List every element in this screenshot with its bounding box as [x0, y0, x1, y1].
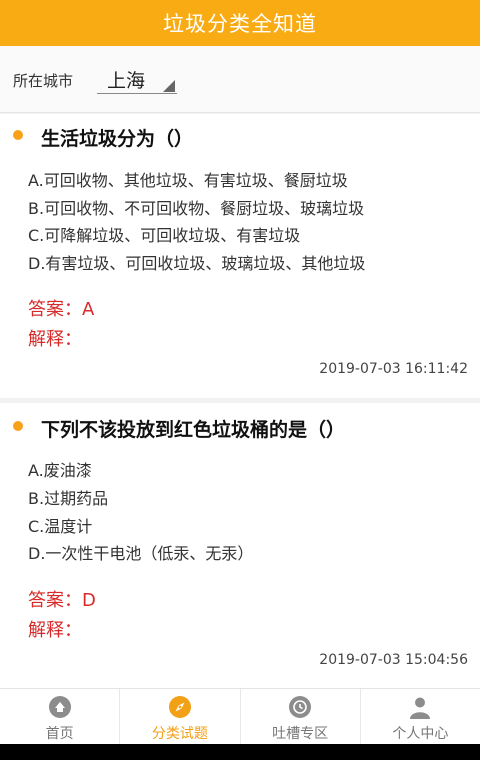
answer-label: 答案：: [28, 299, 82, 320]
tab-home-label: 首页: [45, 726, 74, 742]
explain-line: 解释：: [28, 325, 82, 351]
option-b: B.过期药品: [28, 489, 109, 508]
city-select[interactable]: 上海: [97, 62, 177, 94]
tab-complaints[interactable]: 吐槽专区: [239, 689, 360, 745]
question-card[interactable]: 生活垃圾分为（） A.可回收物、其他垃圾、有害垃圾、餐厨垃圾 B.可回收物、不可…: [0, 114, 480, 398]
system-nav-bar: [0, 744, 480, 760]
option-c: C.温度计: [28, 517, 93, 536]
explain-label: 解释：: [28, 620, 82, 641]
question-card[interactable]: 下列不该投放到红色垃圾桶的是（） A.废油漆 B.过期药品 C.温度计 D.一次…: [0, 403, 480, 688]
city-bar: 所在城市 上海: [0, 46, 480, 113]
compass-icon: [168, 696, 191, 718]
answer-value: D: [82, 590, 96, 611]
explain-line: 解释：: [28, 616, 82, 642]
dropdown-triangle-icon: [163, 80, 175, 92]
answer-value: A: [82, 299, 95, 320]
city-selected-value: 上海: [107, 70, 146, 92]
option-d: D.一次性干电池（低汞、无汞）: [28, 544, 254, 563]
explain-label: 解释：: [28, 329, 82, 350]
option-c: C.可降解垃圾、可回收垃圾、有害垃圾: [28, 226, 301, 245]
tab-profile[interactable]: 个人中心: [359, 689, 480, 745]
question-title: 生活垃圾分为（）: [41, 128, 194, 150]
tab-complaints-label: 吐槽专区: [272, 726, 329, 742]
answer-line: 答案：A: [28, 295, 94, 321]
timestamp: 2019-07-03 16:11:42: [319, 361, 468, 377]
option-a: A.废油漆: [28, 461, 92, 480]
app-title-bar: 垃圾分类全知道: [0, 0, 480, 46]
tab-profile-label: 个人中心: [392, 726, 449, 742]
city-select-underline: [97, 93, 177, 94]
timestamp: 2019-07-03 15:04:56: [319, 652, 468, 668]
option-b: B.可回收物、不可回收物、餐厨垃圾、玻璃垃圾: [28, 199, 365, 218]
bottom-tab-bar: 首页 分类试题 吐槽专区 个人中心: [0, 688, 480, 745]
tab-quiz[interactable]: 分类试题: [119, 689, 239, 745]
option-a: A.可回收物、其他垃圾、有害垃圾、餐厨垃圾: [28, 171, 348, 190]
person-icon: [410, 697, 431, 719]
bullet-dot-icon: [13, 421, 23, 431]
answer-label: 答案：: [28, 590, 82, 611]
tab-home[interactable]: 首页: [0, 689, 119, 745]
history-icon: [289, 696, 312, 718]
app-title: 垃圾分类全知道: [163, 12, 317, 36]
option-d: D.有害垃圾、可回收垃圾、玻璃垃圾、其他垃圾: [28, 254, 366, 273]
tab-quiz-label: 分类试题: [151, 726, 208, 742]
answer-line: 答案：D: [28, 586, 96, 612]
question-title: 下列不该投放到红色垃圾桶的是（）: [41, 419, 346, 441]
city-label: 所在城市: [13, 72, 74, 90]
home-icon: [48, 696, 71, 718]
bullet-dot-icon: [13, 130, 23, 140]
